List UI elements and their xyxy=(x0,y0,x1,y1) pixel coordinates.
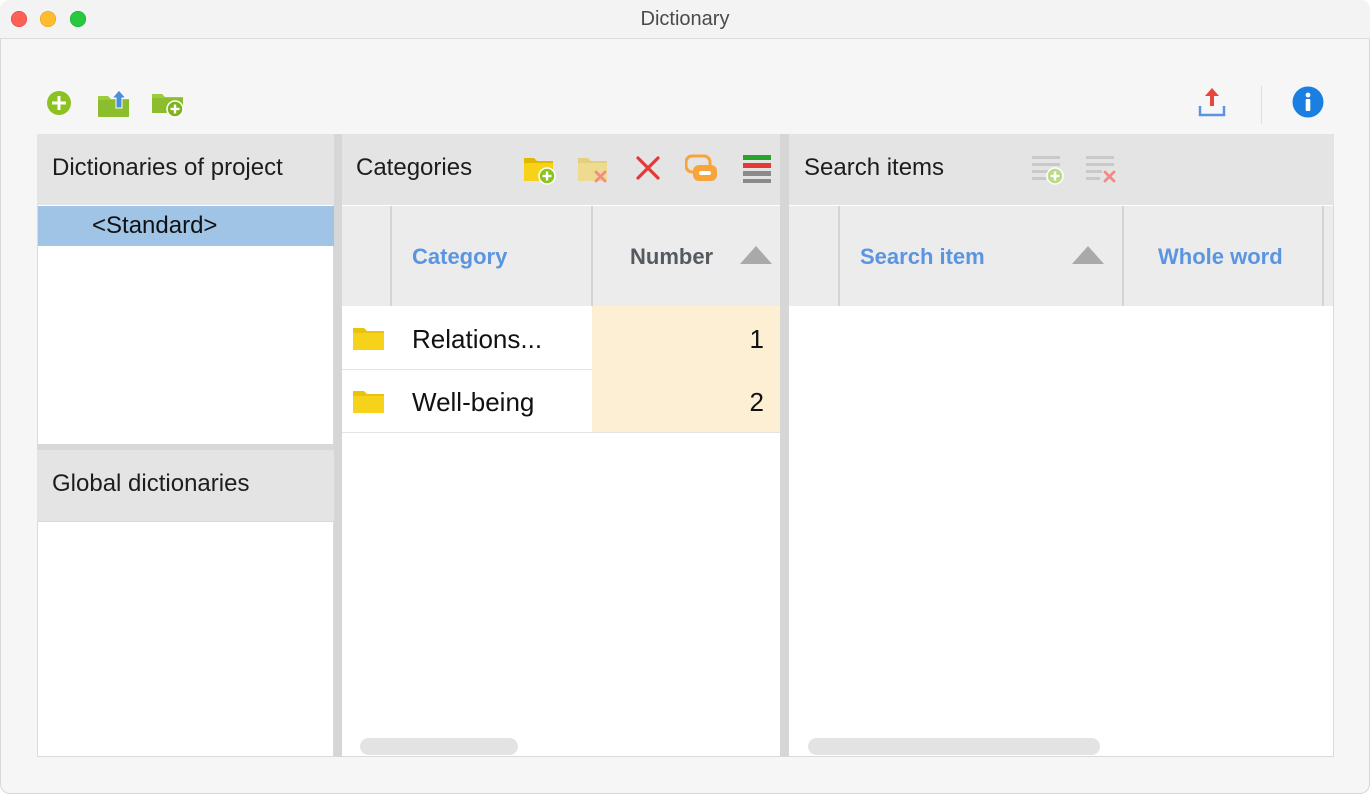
category-column-header[interactable]: Category xyxy=(412,244,507,270)
folder-icon xyxy=(353,391,384,413)
category-name: Relations... xyxy=(412,324,543,354)
dictionary-item-standard[interactable]: <Standard> xyxy=(38,206,334,246)
dictionary-window: Dictionary Dictionaries of project <Stan… xyxy=(0,0,1370,794)
category-number: 2 xyxy=(749,387,764,417)
global-dictionaries-title: Global dictionaries xyxy=(52,470,250,497)
search-items-title: Search items xyxy=(804,154,945,181)
import-folder-icon[interactable] xyxy=(97,88,131,118)
project-dictionaries-header: Dictionaries of project xyxy=(37,134,334,205)
right-splitter[interactable] xyxy=(780,134,789,757)
info-icon[interactable] xyxy=(1292,86,1324,118)
categories-title: Categories xyxy=(356,154,473,181)
category-row[interactable]: Well-being 2 xyxy=(342,369,780,433)
delete-search-item-icon[interactable] xyxy=(1085,154,1119,186)
category-row[interactable]: Relations... 1 xyxy=(342,306,780,370)
category-name: Well-being xyxy=(412,387,535,417)
add-search-item-icon[interactable] xyxy=(1031,154,1065,186)
global-dictionaries-header: Global dictionaries xyxy=(37,450,334,522)
add-icon[interactable] xyxy=(46,90,72,116)
export-icon[interactable] xyxy=(1197,86,1227,118)
delete-icon[interactable] xyxy=(635,155,661,181)
left-splitter[interactable] xyxy=(334,134,342,757)
column-separator xyxy=(838,206,840,306)
window-title: Dictionary xyxy=(640,8,730,30)
add-category-icon[interactable] xyxy=(523,154,557,186)
categories-column-header-row xyxy=(342,206,780,306)
folder-icon xyxy=(353,328,384,350)
title-bar: Dictionary xyxy=(0,0,1370,39)
delete-category-folder-icon[interactable] xyxy=(577,154,611,186)
dictionary-item-label: <Standard> xyxy=(92,212,218,239)
column-separator xyxy=(591,206,593,306)
column-separator xyxy=(1322,206,1324,306)
search-items-horizontal-scrollbar[interactable] xyxy=(808,738,1100,755)
link-icon[interactable] xyxy=(685,154,719,184)
toolbar-divider xyxy=(1261,86,1262,124)
category-number: 1 xyxy=(749,324,764,354)
search-item-column-header[interactable]: Search item xyxy=(860,244,985,270)
new-folder-icon[interactable] xyxy=(151,88,185,118)
sort-ascending-icon[interactable] xyxy=(740,246,772,264)
project-dictionaries-title: Dictionaries of project xyxy=(52,154,283,181)
whole-word-column-header[interactable]: Whole word xyxy=(1158,244,1283,270)
categories-horizontal-scrollbar[interactable] xyxy=(360,738,518,755)
sort-ascending-icon[interactable] xyxy=(1072,246,1104,264)
column-separator xyxy=(390,206,392,306)
column-separator xyxy=(1122,206,1124,306)
colors-icon[interactable] xyxy=(742,154,772,184)
number-column-header[interactable]: Number xyxy=(630,244,713,270)
